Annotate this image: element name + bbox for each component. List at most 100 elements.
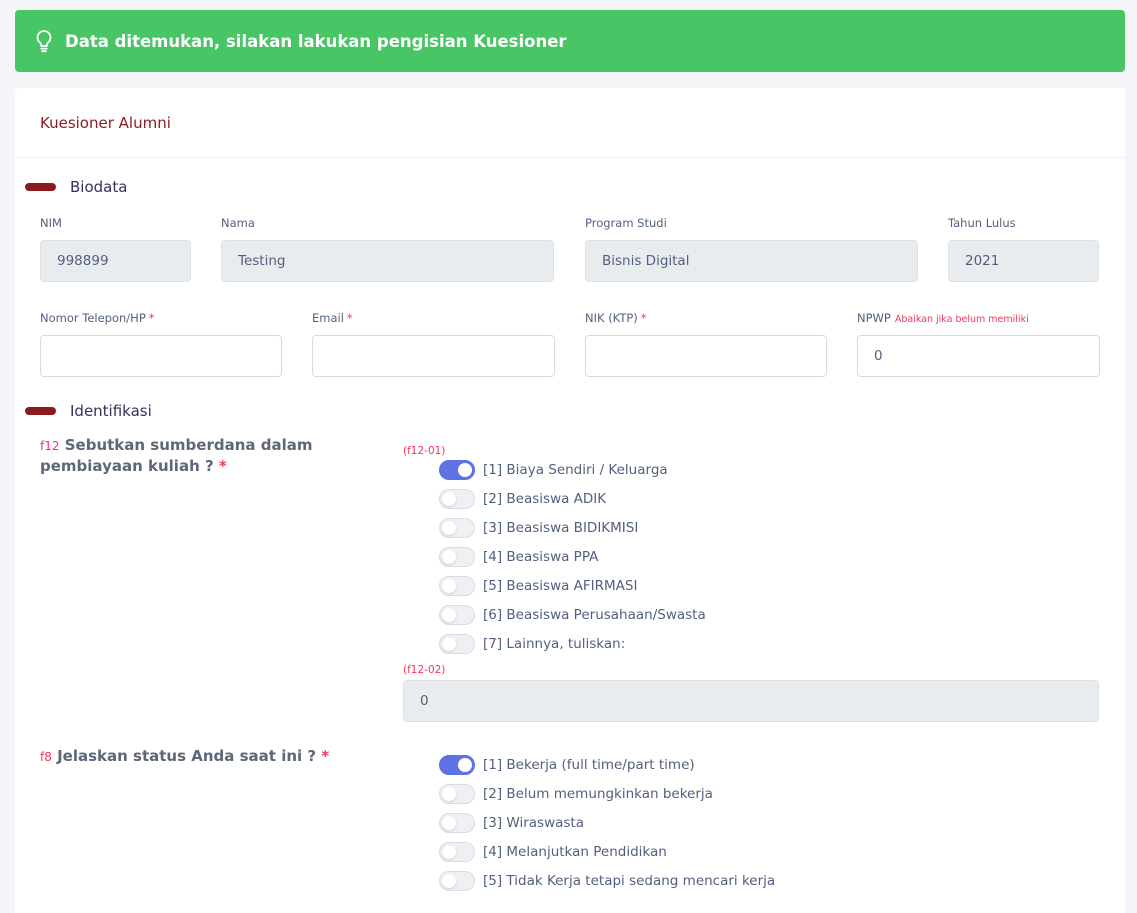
nim-value: 998899 (57, 253, 109, 269)
f12-question-text: Sebutkan sumberdana dalam pembiayaan kul… (40, 436, 313, 475)
f12-option-3[interactable]: [3] Beasiswa BIDIKMISI (439, 518, 638, 538)
toggle-knob (442, 845, 456, 859)
f8-option-4[interactable]: [4] Melanjutkan Pendidikan (439, 842, 667, 862)
option-label: [4] Beasiswa PPA (483, 549, 599, 565)
f8-question-text: Jelaskan status Anda saat ini ? (57, 747, 317, 765)
toggle-switch[interactable] (439, 842, 475, 862)
toggle-knob (442, 608, 456, 622)
required-marker: * (218, 457, 227, 475)
option-label: [5] Tidak Kerja tetapi sedang mencari ke… (483, 873, 776, 889)
f12-option-5[interactable]: [5] Beasiswa AFIRMASI (439, 576, 637, 596)
f12-option-4[interactable]: [4] Beasiswa PPA (439, 547, 598, 567)
f12-option-6[interactable]: [6] Beasiswa Perusahaan/Swasta (439, 605, 706, 625)
option-label: [6] Beasiswa Perusahaan/Swasta (483, 607, 706, 623)
nik-label: NIK (KTP) * (585, 311, 647, 325)
prodi-field[interactable]: Bisnis Digital (585, 240, 918, 282)
success-alert: Data ditemukan, silakan lakukan pengisia… (15, 10, 1125, 72)
f12-question: f12 Sebutkan sumberdana dalam pembiayaan… (40, 435, 340, 476)
nik-label-text: NIK (KTP) (585, 311, 638, 325)
tahun-lulus-label: Tahun Lulus (948, 216, 1016, 230)
toggle-switch[interactable] (439, 460, 475, 480)
toggle-switch[interactable] (439, 605, 475, 625)
toggle-knob (458, 758, 472, 772)
f8-question: f8 Jelaskan status Anda saat ini ? * (40, 746, 380, 767)
f12-other-value: 0 (420, 693, 429, 709)
toggle-knob (442, 787, 456, 801)
required-marker: * (148, 311, 155, 325)
card-header: Kuesioner Alumni (15, 88, 1125, 158)
biodata-title: Biodata (70, 178, 128, 196)
f12-other-input[interactable]: 0 (403, 680, 1099, 722)
f8-option-3[interactable]: [3] Wiraswasta (439, 813, 584, 833)
email-label-text: Email (312, 311, 344, 325)
toggle-knob (442, 637, 456, 651)
required-marker: * (640, 311, 647, 325)
prodi-value: Bisnis Digital (602, 253, 690, 269)
toggle-knob (442, 579, 456, 593)
telepon-label: Nomor Telepon/HP * (40, 311, 155, 325)
email-label: Email * (312, 311, 353, 325)
identifikasi-section-heading: Identifikasi (25, 402, 152, 420)
npwp-hint: Abaikan jika belum memiliki (894, 314, 1029, 325)
nama-field[interactable]: Testing (221, 240, 554, 282)
nim-label: NIM (40, 216, 62, 230)
f8-option-5[interactable]: [5] Tidak Kerja tetapi sedang mencari ke… (439, 871, 775, 891)
tahun-lulus-field[interactable]: 2021 (948, 240, 1099, 282)
required-marker: * (321, 747, 330, 765)
toggle-switch[interactable] (439, 547, 475, 567)
option-label: [3] Beasiswa BIDIKMISI (483, 520, 639, 536)
prodi-label: Program Studi (585, 216, 667, 230)
identifikasi-title: Identifikasi (70, 402, 152, 420)
f8-code: f8 (40, 750, 52, 764)
option-label: [2] Beasiswa ADIK (483, 491, 607, 507)
f8-option-1[interactable]: [1] Bekerja (full time/part time) (439, 755, 695, 775)
option-label: [1] Bekerja (full time/part time) (483, 757, 695, 773)
toggle-switch[interactable] (439, 784, 475, 804)
f12-option-7[interactable]: [7] Lainnya, tuliskan: (439, 634, 625, 654)
option-label: [5] Beasiswa AFIRMASI (483, 578, 638, 594)
toggle-knob (458, 463, 472, 477)
nim-field[interactable]: 998899 (40, 240, 191, 282)
toggle-switch[interactable] (439, 576, 475, 596)
toggle-knob (442, 492, 456, 506)
toggle-switch[interactable] (439, 755, 475, 775)
toggle-switch[interactable] (439, 871, 475, 891)
npwp-label: NPWP Abaikan jika belum memiliki (857, 311, 1029, 325)
telepon-input[interactable] (40, 335, 282, 377)
f12-option-1[interactable]: [1] Biaya Sendiri / Keluarga (439, 460, 668, 480)
f12-01-code: (f12-01) (403, 445, 446, 457)
toggle-switch[interactable] (439, 489, 475, 509)
f12-02-code: (f12-02) (403, 664, 446, 676)
f8-option-2[interactable]: [2] Belum memungkinkan bekerja (439, 784, 713, 804)
option-label: [3] Wiraswasta (483, 815, 584, 831)
npwp-value: 0 (874, 348, 883, 364)
toggle-knob (442, 874, 456, 888)
required-marker: * (346, 311, 353, 325)
f12-code: f12 (40, 439, 60, 453)
toggle-knob (442, 521, 456, 535)
f12-option-2[interactable]: [2] Beasiswa ADIK (439, 489, 606, 509)
option-label: [1] Biaya Sendiri / Keluarga (483, 462, 668, 478)
nama-label: Nama (221, 216, 255, 230)
email-input[interactable] (312, 335, 555, 377)
lightbulb-icon (36, 30, 52, 53)
toggle-knob (442, 550, 456, 564)
alert-message: Data ditemukan, silakan lakukan pengisia… (65, 31, 567, 51)
section-marker (25, 407, 56, 415)
option-label: [4] Melanjutkan Pendidikan (483, 844, 667, 860)
toggle-switch[interactable] (439, 518, 475, 538)
nama-value: Testing (238, 253, 286, 269)
toggle-switch[interactable] (439, 813, 475, 833)
biodata-section-heading: Biodata (25, 178, 127, 196)
npwp-input[interactable]: 0 (857, 335, 1100, 377)
npwp-label-text: NPWP (857, 311, 891, 325)
telepon-label-text: Nomor Telepon/HP (40, 311, 146, 325)
card-title: Kuesioner Alumni (40, 113, 171, 132)
toggle-switch[interactable] (439, 634, 475, 654)
nik-input[interactable] (585, 335, 827, 377)
option-label: [7] Lainnya, tuliskan: (483, 636, 626, 652)
tahun-lulus-value: 2021 (965, 253, 1000, 269)
option-label: [2] Belum memungkinkan bekerja (483, 786, 713, 802)
toggle-knob (442, 816, 456, 830)
section-marker (25, 183, 56, 191)
